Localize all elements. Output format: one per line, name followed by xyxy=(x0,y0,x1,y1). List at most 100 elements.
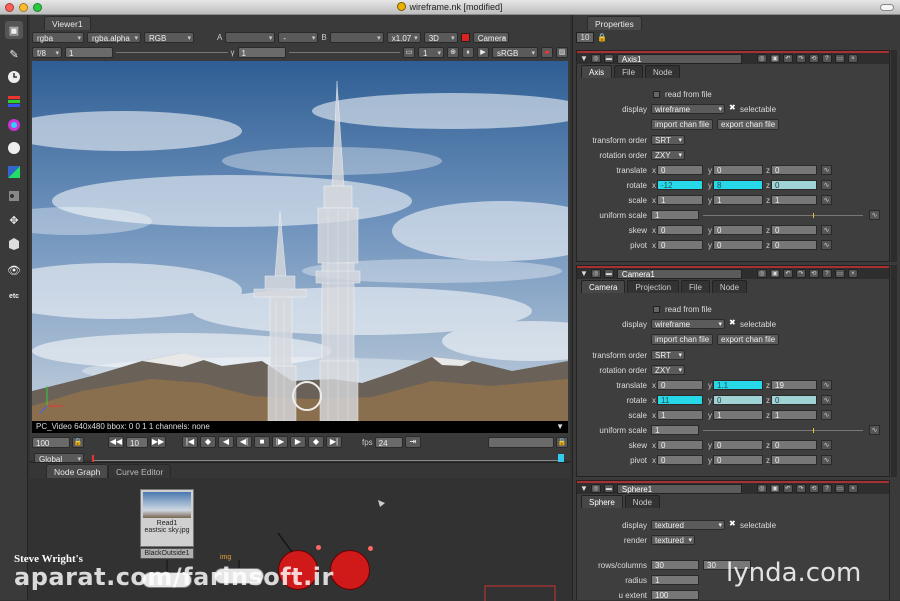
viewer-icon[interactable]: ▣ xyxy=(769,54,780,63)
image-tool-icon[interactable]: ▣ xyxy=(5,21,23,39)
draw-tool-icon[interactable]: ✎ xyxy=(5,45,23,63)
step-forward-button[interactable]: ▶ xyxy=(290,436,306,448)
undo-icon[interactable]: ↶ xyxy=(782,269,793,278)
camera-name-field[interactable]: Camera1 xyxy=(616,268,742,279)
hide-icon[interactable]: ◎ xyxy=(756,54,767,63)
playback-mode-button[interactable]: ⇥ xyxy=(404,436,421,448)
revert-icon[interactable]: ⟲ xyxy=(808,484,819,493)
view-mode-dropdown[interactable]: 3D xyxy=(423,31,458,44)
zoom-dropdown[interactable]: x1.07 xyxy=(386,31,421,44)
b-input-dropdown[interactable] xyxy=(329,31,384,44)
transform-tool-icon[interactable]: ✥ xyxy=(5,211,23,229)
close-window-button[interactable] xyxy=(5,3,14,12)
axis-pivot-x[interactable]: 0 xyxy=(657,240,703,250)
first-frame-button[interactable]: |◀ xyxy=(182,436,198,448)
camera-read-from-file-checkbox[interactable] xyxy=(653,306,660,313)
compare-op-dropdown[interactable]: - xyxy=(278,31,319,44)
axis-uniform-scale-curve-icon[interactable]: ∿ xyxy=(869,210,880,220)
axis-panel-scrollbar[interactable] xyxy=(891,50,897,262)
float-panel-icon[interactable]: ◎ xyxy=(590,269,601,278)
timeline-playhead[interactable] xyxy=(558,454,564,462)
keyer-tool-icon[interactable] xyxy=(5,163,23,181)
sphere-node[interactable] xyxy=(330,550,370,590)
camera-panel-scrollbar[interactable] xyxy=(891,265,897,477)
camera-transform-order-dropdown[interactable]: SRT xyxy=(651,350,685,360)
axis-read-from-file-checkbox[interactable] xyxy=(653,91,660,98)
fstop-dropdown[interactable]: f/8 xyxy=(32,46,62,59)
sphere-selectable-checkbox[interactable]: ✖ xyxy=(729,519,736,528)
fps-field[interactable]: 24 xyxy=(374,436,403,448)
read-node[interactable]: Read1 eastsic sky.jpg xyxy=(140,489,194,547)
collapse-icon[interactable]: ▼ xyxy=(580,54,588,63)
close-panel-icon[interactable]: × xyxy=(847,484,858,493)
a-input-dropdown[interactable] xyxy=(225,31,276,44)
revert-icon[interactable]: ⟲ xyxy=(808,269,819,278)
frame-select-dropdown[interactable]: 1 xyxy=(418,46,444,59)
viewer-canvas[interactable] xyxy=(32,61,568,421)
minimize-window-button[interactable] xyxy=(19,3,28,12)
axis-skew-z[interactable]: 0 xyxy=(771,225,817,235)
undo-icon[interactable]: ↶ xyxy=(782,484,793,493)
display-channel-dropdown[interactable]: RGB xyxy=(144,31,194,44)
redo-icon[interactable]: ↷ xyxy=(795,54,806,63)
tab-axis-file[interactable]: File xyxy=(614,65,644,78)
camera-skew-x[interactable]: 0 xyxy=(657,440,703,450)
undo-icon[interactable]: ↶ xyxy=(782,54,793,63)
step-back-increment-button[interactable]: ◀◀ xyxy=(108,436,124,448)
sphere-name-field[interactable]: Sphere1 xyxy=(616,483,742,494)
play-update-icon[interactable]: ▶ xyxy=(477,46,489,58)
channel-tool-icon[interactable] xyxy=(5,92,23,110)
node-color-icon[interactable]: ▬ xyxy=(603,54,614,63)
clip-warning-icon[interactable]: ▰ xyxy=(541,46,553,58)
hide-icon[interactable]: ◎ xyxy=(756,269,767,278)
sphere-display-dropdown[interactable]: textured xyxy=(651,520,725,530)
camera-rotate-z[interactable]: 0 xyxy=(771,395,817,405)
axis-rotate-curve-icon[interactable]: ∿ xyxy=(821,180,832,190)
axis-uniform-scale-field[interactable]: 1 xyxy=(651,210,699,220)
axis-skew-curve-icon[interactable]: ∿ xyxy=(821,225,832,235)
tab-camera-file[interactable]: File xyxy=(681,280,710,293)
info-expand-icon[interactable]: ▼ xyxy=(556,421,564,433)
channels-dropdown[interactable]: rgba xyxy=(32,31,84,44)
pause-icon[interactable]: ⏸ xyxy=(462,46,474,58)
timeline-track[interactable] xyxy=(92,460,564,461)
float-icon[interactable]: ▭ xyxy=(834,269,845,278)
camera-rotate-curve-icon[interactable]: ∿ xyxy=(821,395,832,405)
camera-export-chan-button[interactable]: export chan file xyxy=(717,334,780,345)
region-of-interest-icon[interactable]: ▭ xyxy=(403,46,415,58)
alpha-channel-dropdown[interactable]: rgba.alpha xyxy=(87,31,141,44)
viewer-icon[interactable]: ▣ xyxy=(769,269,780,278)
sphere-radius-field[interactable]: 1 xyxy=(651,575,699,585)
viewer-icon[interactable]: ▣ xyxy=(769,484,780,493)
prev-keyframe-button[interactable]: ◆ xyxy=(200,436,216,448)
play-forward-button[interactable]: |▶ xyxy=(272,436,288,448)
other-tool-icon[interactable]: etc xyxy=(5,287,23,305)
axis-skew-x[interactable]: 0 xyxy=(657,225,703,235)
axis-pivot-curve-icon[interactable]: ∿ xyxy=(821,240,832,250)
max-panels-field[interactable]: 10 xyxy=(576,32,594,43)
camera-pivot-z[interactable]: 0 xyxy=(771,455,817,465)
tab-projection[interactable]: Projection xyxy=(627,280,680,293)
node-color-icon[interactable]: ▬ xyxy=(603,484,614,493)
camera-skew-z[interactable]: 0 xyxy=(771,440,817,450)
next-keyframe-button[interactable]: ◆ xyxy=(308,436,324,448)
3d-tool-icon[interactable] xyxy=(5,235,23,253)
axis-rotate-z[interactable]: 0 xyxy=(771,180,817,190)
axis-uniform-scale-slider[interactable] xyxy=(703,215,863,216)
sphere-u-extent-field[interactable]: 100 xyxy=(651,590,699,600)
stop-button[interactable]: ■ xyxy=(254,436,270,448)
tab-axis[interactable]: Axis xyxy=(581,65,613,78)
axis-rotate-x[interactable]: -12 xyxy=(657,180,703,190)
overlay-icon[interactable]: ▨ xyxy=(556,46,568,58)
toolbar-toggle-button[interactable] xyxy=(880,4,894,11)
last-frame-button[interactable]: ▶| xyxy=(326,436,342,448)
redo-icon[interactable]: ↷ xyxy=(795,484,806,493)
float-panel-icon[interactable]: ◎ xyxy=(590,484,601,493)
current-frame-field[interactable]: 100 xyxy=(32,436,70,448)
axis-scale-x[interactable]: 1 xyxy=(657,195,703,205)
tab-curve-editor[interactable]: Curve Editor xyxy=(108,464,172,478)
camera-uniform-scale-slider[interactable] xyxy=(703,430,863,431)
camera-rotate-y[interactable]: 0 xyxy=(713,395,763,405)
range-field[interactable] xyxy=(488,436,554,448)
camera-rotate-x[interactable]: 11 xyxy=(657,395,703,405)
